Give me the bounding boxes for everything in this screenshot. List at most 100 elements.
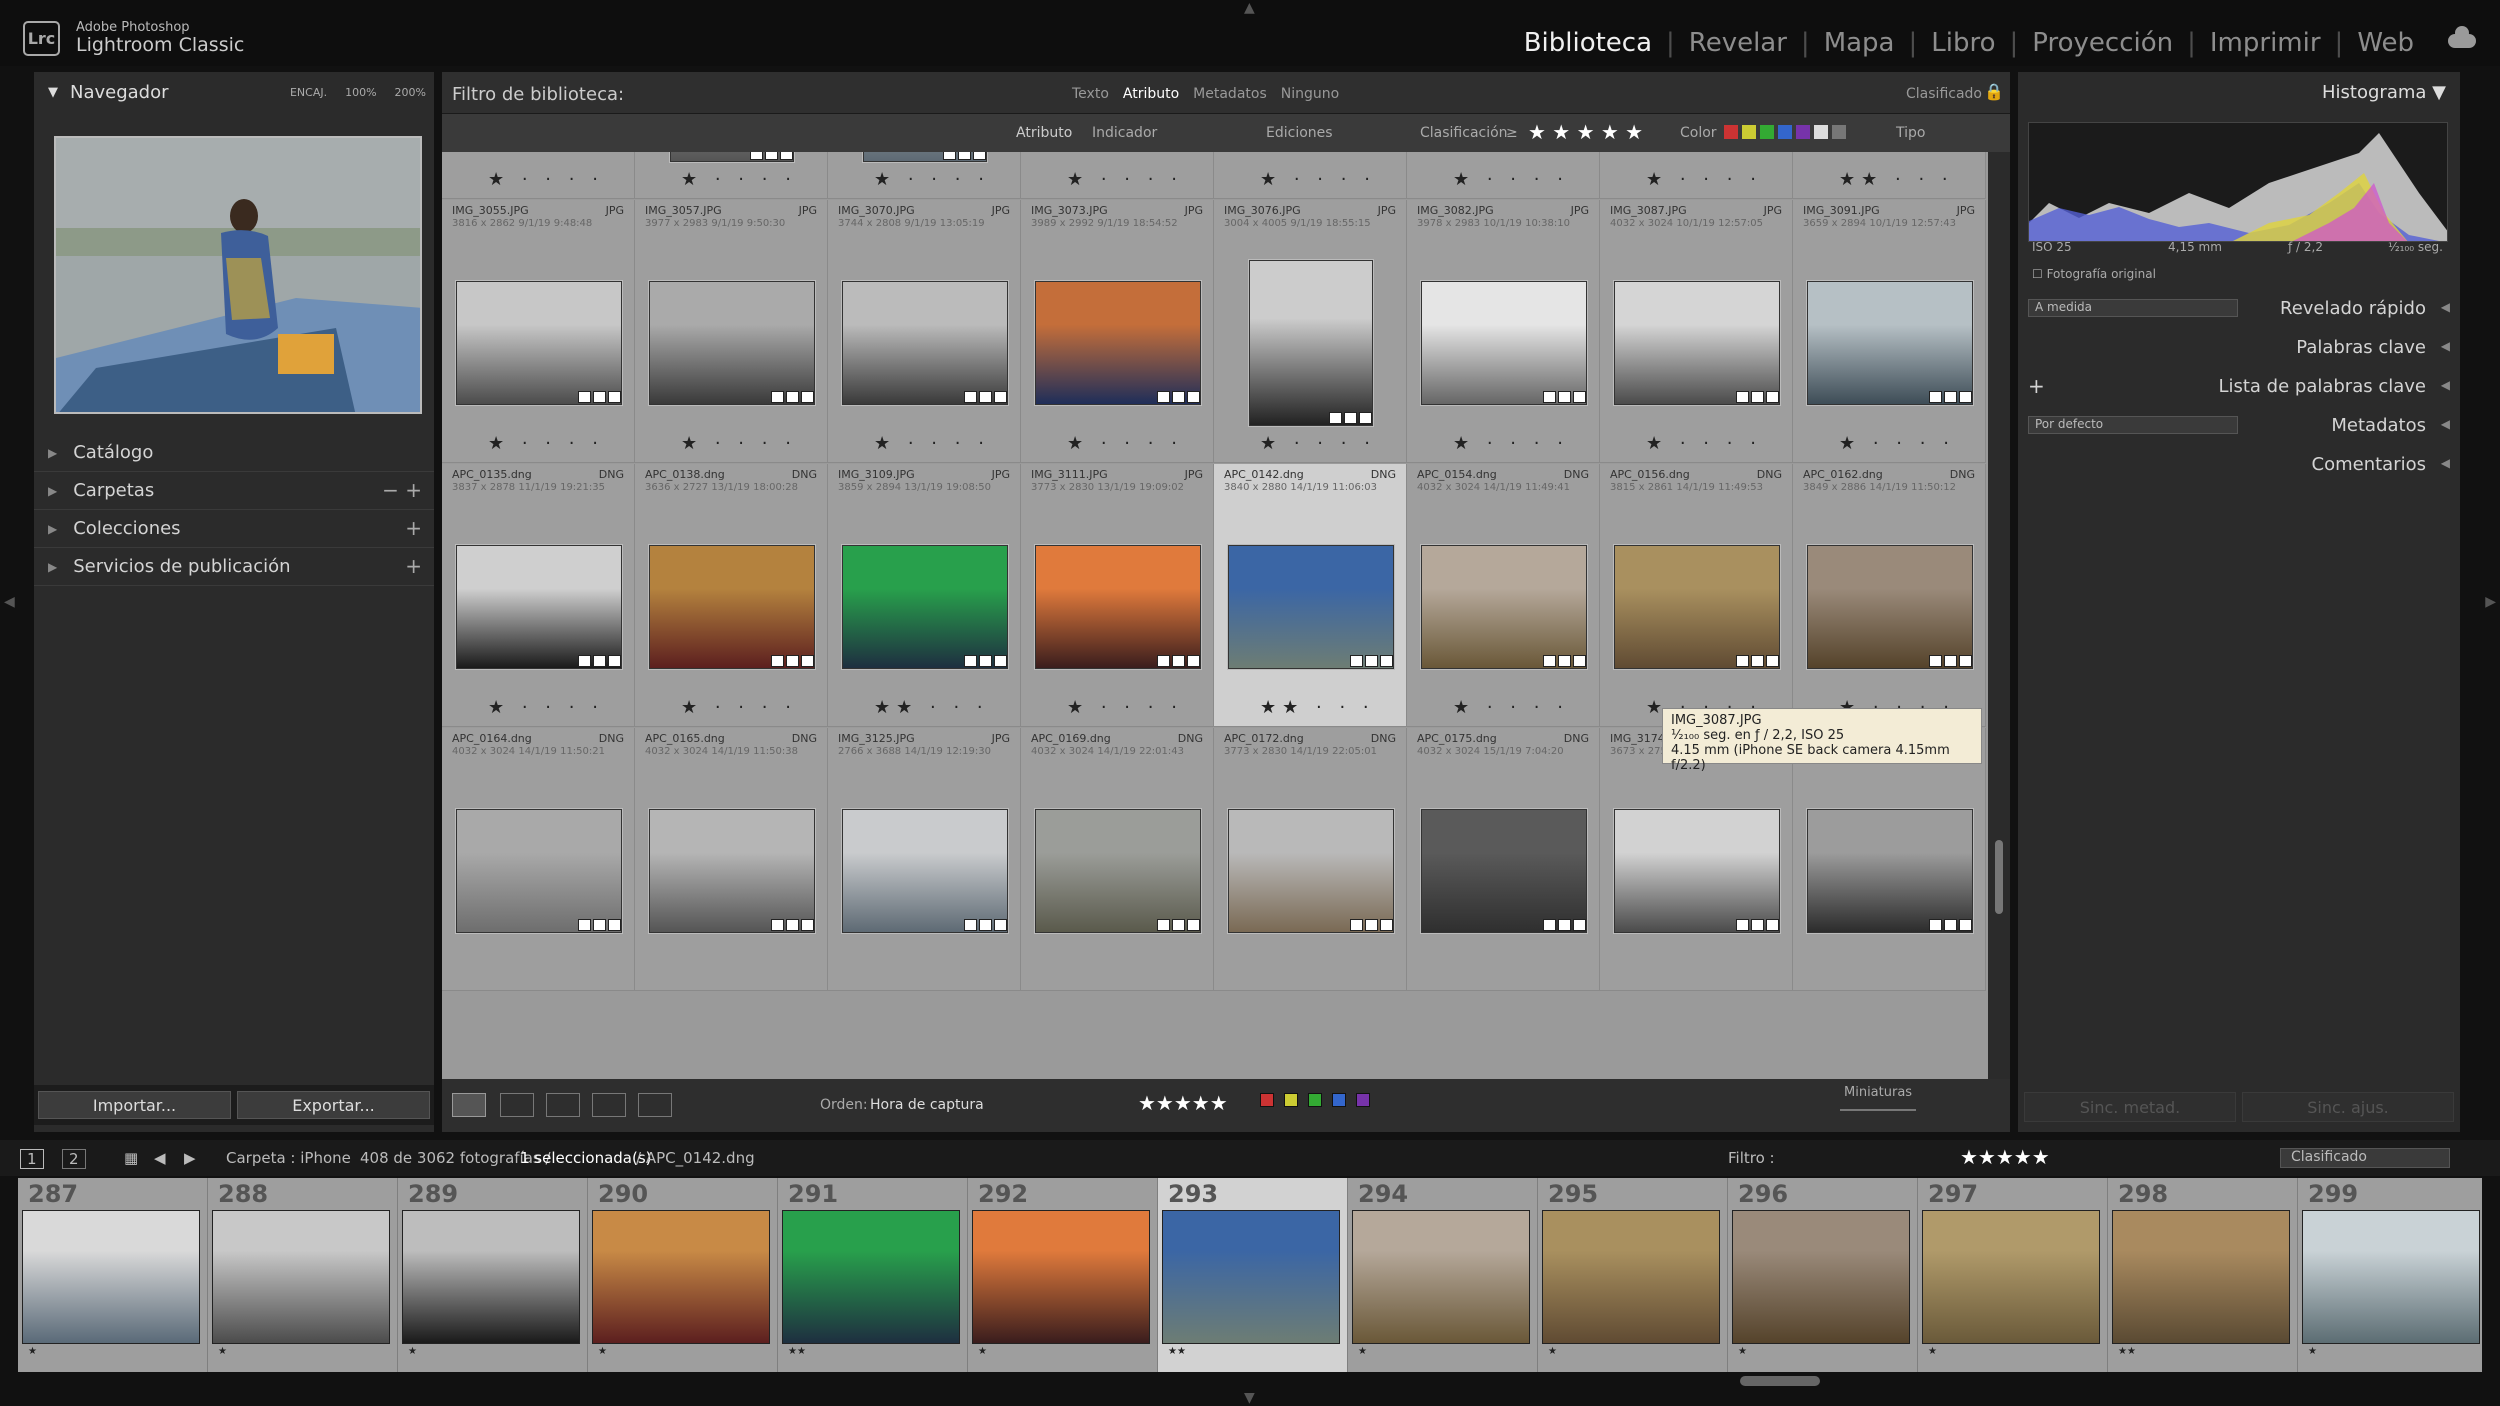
filmstrip-thumbnail[interactable] xyxy=(1162,1210,1340,1344)
cell-rating[interactable]: ★ · · · · xyxy=(488,433,604,454)
filmstrip-cell[interactable]: 299 ★ xyxy=(2298,1178,2482,1372)
filmstrip-scrollbar[interactable] xyxy=(1740,1376,1820,1386)
cell-thumbnail[interactable] xyxy=(1227,545,1394,669)
grid-cell[interactable]: IMG_3082.JPG JPG 3978 x 2983 10/1/19 10:38… xyxy=(1407,200,1600,463)
filmstrip-thumbnail[interactable] xyxy=(402,1210,580,1344)
grid-cell[interactable]: IMG_3076.JPG JPG 3004 x 4005 9/1/19 18:55:… xyxy=(1214,200,1407,463)
cell-rating[interactable]: ★ · · · · xyxy=(1067,433,1183,454)
zoom-200[interactable]: 200% xyxy=(395,86,426,99)
rating-stars[interactable]: ★ ★ ★ ★ ★ xyxy=(1528,120,1643,144)
label-green[interactable] xyxy=(1308,1093,1322,1107)
module-proyeccion[interactable]: Proyección xyxy=(2032,28,2173,58)
zoom-100[interactable]: 100% xyxy=(345,86,376,99)
filmstrip-rating[interactable]: ★★★★★ xyxy=(1960,1145,2050,1169)
cell-thumbnail[interactable] xyxy=(1420,809,1587,933)
cell-rating[interactable]: ★★ · · · xyxy=(1260,697,1375,718)
label-red[interactable] xyxy=(1260,1093,1274,1107)
color-green[interactable] xyxy=(1760,125,1774,139)
cell-thumbnail[interactable] xyxy=(1806,545,1973,669)
cell-rating[interactable]: ★ · · · · xyxy=(1260,433,1376,454)
module-libro[interactable]: Libro xyxy=(1931,28,1995,58)
filmstrip-cell[interactable]: 297 ★ xyxy=(1918,1178,2108,1372)
collapse-left-icon[interactable]: ◀ xyxy=(4,594,15,610)
grid-mode-icon[interactable]: ▦ xyxy=(124,1149,138,1167)
navigator-preview[interactable] xyxy=(54,136,422,414)
monitor-2-button[interactable]: 2 xyxy=(62,1149,86,1169)
survey-view-icon[interactable] xyxy=(592,1093,626,1117)
grid-cell[interactable]: IMG_3055.JPG JPG 3816 x 2862 9/1/19 9:48:4… xyxy=(442,200,635,463)
grid-cell[interactable]: APC_0142.dng DNG 3840 x 2880 14/1/19 11:06… xyxy=(1214,464,1407,727)
grid-cell[interactable]: IMG_3045.JPGJPG3916 x 2937 6/1/19 17:37:… xyxy=(1600,152,1793,199)
grid-cell[interactable]: APC_0154.dng DNG 4032 x 3024 14/1/19 11:49… xyxy=(1407,464,1600,727)
color-none[interactable] xyxy=(1814,125,1828,139)
cell-thumbnail[interactable] xyxy=(455,545,622,669)
cell-rating[interactable]: ★ · · · · xyxy=(1067,697,1183,718)
panel-quick-develop[interactable]: A medida Revelado rápido ◀ xyxy=(2018,290,2460,328)
cell-rating[interactable]: ★ · · · · xyxy=(1646,433,1762,454)
filmstrip-cell[interactable]: 293 ★★ xyxy=(1158,1178,1348,1372)
label-blue[interactable] xyxy=(1332,1093,1346,1107)
module-mapa[interactable]: Mapa xyxy=(1824,28,1895,58)
module-revelar[interactable]: Revelar xyxy=(1689,28,1787,58)
filmstrip-cell[interactable]: 294 ★ xyxy=(1348,1178,1538,1372)
grid-cell[interactable]: IMG_3109.JPG JPG 3859 x 2894 13/1/19 19:08… xyxy=(828,464,1021,727)
cell-thumbnail[interactable] xyxy=(841,809,1008,933)
grid-cell[interactable]: APC_0117.dngDNG4032 x 3024 26/12/18 10:2… xyxy=(1407,152,1600,199)
publish-add[interactable]: + xyxy=(405,554,422,578)
grid-cell[interactable]: APC_0135.dng DNG 3837 x 2878 11/1/19 19:21… xyxy=(442,464,635,727)
compare-view-icon[interactable] xyxy=(546,1093,580,1117)
filmstrip-cell[interactable]: 291 ★★ xyxy=(778,1178,968,1372)
cell-rating[interactable]: ★ · · · · xyxy=(1260,169,1376,190)
cell-thumbnail[interactable] xyxy=(455,281,622,405)
cell-thumbnail[interactable] xyxy=(841,281,1008,405)
filmstrip-source[interactable]: Carpeta : iPhone xyxy=(226,1149,351,1167)
filmstrip-thumbnail[interactable] xyxy=(1352,1210,1530,1344)
filter-tab-ninguno[interactable]: Ninguno xyxy=(1281,86,1339,102)
filmstrip-cell[interactable]: 288 ★ xyxy=(208,1178,398,1372)
filter-tab-texto[interactable]: Texto xyxy=(1072,86,1109,102)
color-yellow[interactable] xyxy=(1742,125,1756,139)
panel-servicios[interactable]: ▶ Servicios de publicación + xyxy=(34,548,434,586)
thumbnail-grid[interactable]: IMG_2956.JPGJPG4032 x 3024 25/12/18 9:40… xyxy=(442,152,1988,1079)
cell-thumbnail[interactable] xyxy=(1613,545,1780,669)
collapse-right-icon[interactable]: ▶ xyxy=(2485,594,2496,610)
grid-cell[interactable]: IMG_3111.JPG JPG 3773 x 2830 13/1/19 19:09… xyxy=(1021,464,1214,727)
filmstrip[interactable]: 287 ★ 288 ★ 289 ★ 290 ★ 291 ★★ 292 ★ 293 ★★ 294 ★ 295 ★ 29… xyxy=(18,1178,2482,1372)
monitor-1-button[interactable]: 1 xyxy=(20,1149,44,1169)
cell-rating[interactable]: ★ · · · · xyxy=(874,169,990,190)
cell-thumbnail[interactable] xyxy=(1613,809,1780,933)
module-biblioteca[interactable]: Biblioteca xyxy=(1524,28,1652,58)
grid-cell[interactable]: APC_0104.dngDNG3884 x 2913 25/12/18 10:2… xyxy=(1021,152,1214,199)
grid-scroll-thumb[interactable] xyxy=(1995,840,2003,914)
edits-filter[interactable]: Ediciones xyxy=(1266,125,1333,141)
cell-rating[interactable]: ★ · · · · xyxy=(1453,169,1569,190)
people-view-icon[interactable] xyxy=(638,1093,672,1117)
grid-cell[interactable]: IMG_3091.JPG JPG 3659 x 2894 10/1/19 12:57… xyxy=(1793,200,1986,463)
grid-cell[interactable]: APC_0162.dng DNG 3849 x 2886 14/1/19 11:50… xyxy=(1793,464,1986,727)
filmstrip-thumbnail[interactable] xyxy=(1732,1210,1910,1344)
sync-settings-button[interactable]: Sinc. ajus. xyxy=(2242,1092,2454,1122)
cell-rating[interactable]: ★ · · · · xyxy=(1839,433,1955,454)
cell-thumbnail[interactable] xyxy=(1034,281,1201,405)
original-photo-toggle[interactable]: ☐ Fotografía original xyxy=(2032,267,2156,281)
cell-thumbnail[interactable] xyxy=(1248,260,1373,426)
filmstrip-cell[interactable]: 292 ★ xyxy=(968,1178,1158,1372)
cell-rating[interactable]: ★ · · · · xyxy=(681,433,797,454)
module-web[interactable]: Web xyxy=(2357,28,2414,58)
filmstrip-cell[interactable]: 290 ★ xyxy=(588,1178,778,1372)
filter-tab-atributo[interactable]: Atributo xyxy=(1123,86,1179,102)
back-arrow-icon[interactable]: ◀ xyxy=(154,1149,166,1167)
filmstrip-cell[interactable]: 289 ★ xyxy=(398,1178,588,1372)
grid-cell[interactable]: APC_0123.dngDNG3879 x 2909 8/1/19 1:28:1… xyxy=(1793,152,1986,199)
grid-cell[interactable]: APC_0156.dng DNG 3815 x 2861 14/1/19 11:49… xyxy=(1600,464,1793,727)
grid-cell[interactable]: APC_0103.dngDNG2905 x 3873 25/12/18 10:2… xyxy=(828,152,1021,199)
panel-comments[interactable]: Comentarios ◀ xyxy=(2018,446,2460,484)
cell-rating[interactable]: ★ · · · · xyxy=(1067,169,1183,190)
grid-cell[interactable]: IMG_3070.JPG JPG 3744 x 2808 9/1/19 13:05:… xyxy=(828,200,1021,463)
cell-thumbnail[interactable] xyxy=(1613,281,1780,405)
filmstrip-cell[interactable]: 287 ★ xyxy=(18,1178,208,1372)
loupe-view-icon[interactable] xyxy=(500,1093,534,1117)
filmstrip-cell[interactable]: 296 ★ xyxy=(1728,1178,1918,1372)
cell-thumbnail[interactable] xyxy=(648,809,815,933)
filmstrip-thumbnail[interactable] xyxy=(22,1210,200,1344)
